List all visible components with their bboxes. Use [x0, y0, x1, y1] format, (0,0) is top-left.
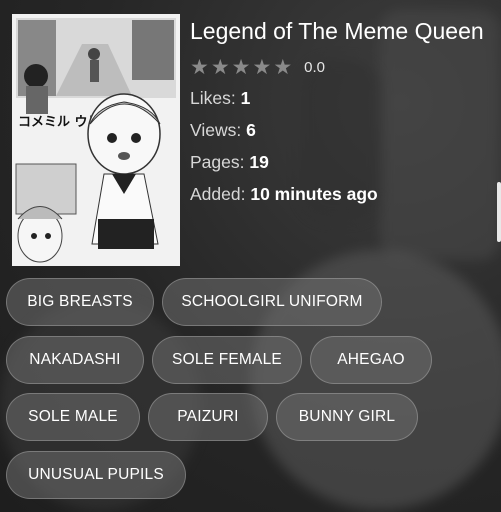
likes-stat: Likes: 1 — [190, 87, 490, 109]
pages-value: 19 — [249, 152, 269, 172]
rating-value: 0.0 — [304, 58, 325, 76]
star-icon[interactable]: ★ — [190, 57, 209, 78]
tag-chip[interactable]: BUNNY GIRL — [276, 393, 418, 441]
tag-chip[interactable]: SCHOOLGIRL UNIFORM — [162, 278, 382, 326]
cover-image[interactable]: コメミル ウヒット — [12, 14, 180, 266]
star-icon[interactable]: ★ — [232, 57, 251, 78]
tag-chip[interactable]: SOLE MALE — [6, 393, 140, 441]
likes-label: Likes: — [190, 88, 236, 108]
tag-chip[interactable]: UNUSUAL PUPILS — [6, 451, 186, 499]
added-label: Added: — [190, 184, 246, 204]
tag-chip[interactable]: BIG BREASTS — [6, 278, 154, 326]
likes-value: 1 — [240, 88, 251, 108]
tag-chip[interactable]: AHEGAO — [310, 336, 432, 384]
star-rating[interactable]: ★ ★ ★ ★ ★ — [190, 57, 292, 78]
views-label: Views: — [190, 120, 242, 140]
scrollbar-thumb[interactable] — [497, 182, 501, 242]
book-info: Legend of The Meme Queen ★ ★ ★ ★ ★ 0.0 L… — [190, 16, 490, 205]
star-icon[interactable]: ★ — [273, 57, 292, 78]
views-stat: Views: 6 — [190, 119, 490, 141]
pages-stat: Pages: 19 — [190, 151, 490, 173]
tag-chip[interactable]: SOLE FEMALE — [152, 336, 302, 384]
added-value: 10 minutes ago — [250, 184, 378, 204]
book-title: Legend of The Meme Queen — [190, 18, 484, 44]
added-stat: Added: 10 minutes ago — [190, 183, 490, 205]
tag-chip[interactable]: PAIZURI — [148, 393, 268, 441]
views-value: 6 — [246, 120, 256, 140]
rating-row[interactable]: ★ ★ ★ ★ ★ 0.0 — [190, 57, 490, 78]
star-icon[interactable]: ★ — [211, 57, 230, 78]
star-icon[interactable]: ★ — [252, 57, 271, 78]
book-detail-screen: コメミル ウヒット Legend of The Meme Queen ★ ★ ★ — [0, 0, 501, 512]
pages-label: Pages: — [190, 152, 245, 172]
tag-chip[interactable]: NAKADASHI — [6, 336, 144, 384]
